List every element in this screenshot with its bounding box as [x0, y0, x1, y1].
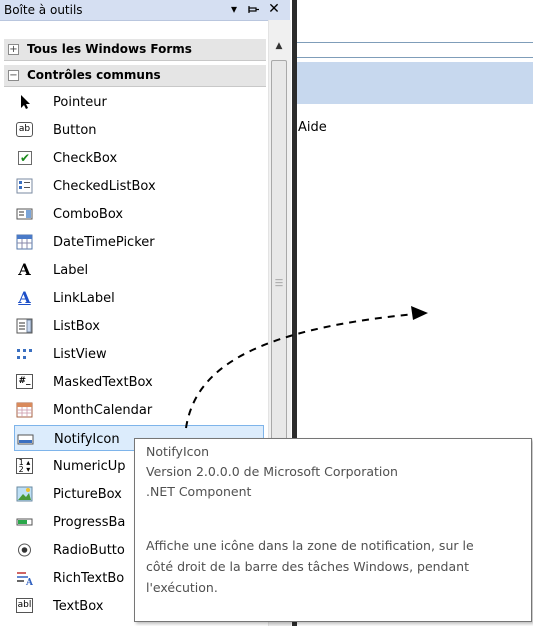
- tooltip-component: .NET Component: [146, 484, 252, 499]
- tooltip-notifyicon: NotifyIcon Version 2.0.0.0 de Microsoft …: [134, 438, 532, 622]
- tooltip-title: NotifyIcon: [146, 444, 210, 459]
- tooltip-description-line: Affiche une icône dans la zone de notifi…: [146, 538, 474, 553]
- tooltip-description-line: l'exécution.: [146, 580, 218, 595]
- tooltip-version: Version 2.0.0.0 de Microsoft Corporation: [146, 464, 398, 479]
- tooltip-description-line: côté droit de la barre des tâches Window…: [146, 559, 469, 574]
